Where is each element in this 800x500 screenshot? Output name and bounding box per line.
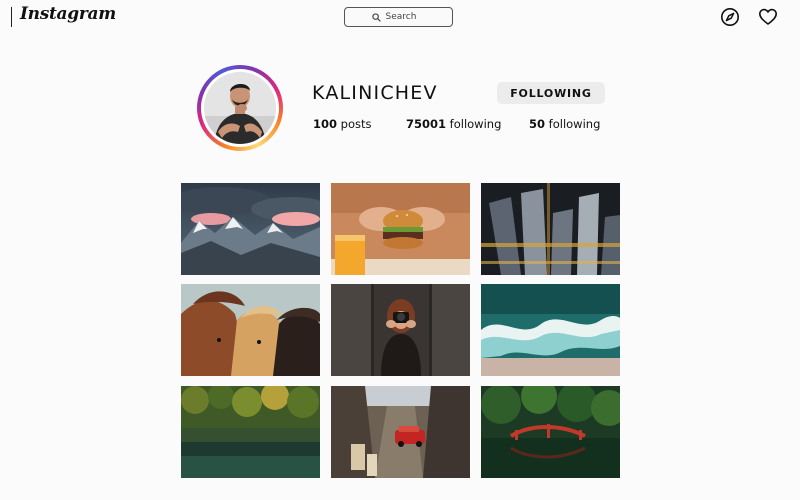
- posts-stat[interactable]: 100 posts: [313, 117, 372, 131]
- following-button[interactable]: FOLLOWING: [497, 82, 605, 104]
- post-thumbnail-mountains[interactable]: [181, 183, 320, 275]
- post-thumbnail-red-bridge[interactable]: [481, 386, 620, 478]
- instagram-logo[interactable]: Instagram: [20, 4, 116, 24]
- post-thumbnail-horses[interactable]: [181, 284, 320, 376]
- post-thumbnail-ocean[interactable]: [481, 284, 620, 376]
- post-thumbnail-forest-lake[interactable]: [181, 386, 320, 478]
- posts-grid: [181, 183, 621, 479]
- story-ring[interactable]: [197, 65, 283, 151]
- search-input[interactable]: [385, 12, 426, 22]
- following-stat[interactable]: 50 following: [529, 117, 600, 131]
- followers-stat[interactable]: 75001 following: [406, 117, 501, 131]
- posts-count: 100: [313, 117, 338, 131]
- post-thumbnail-camera-woman[interactable]: [331, 284, 470, 376]
- following-count: 50: [529, 117, 546, 131]
- post-thumbnail-burger[interactable]: [331, 183, 470, 275]
- following-label: following: [548, 117, 601, 131]
- post-thumbnail-skyscrapers[interactable]: [481, 183, 620, 275]
- heart-icon[interactable]: [758, 7, 778, 27]
- compass-icon[interactable]: [720, 7, 740, 27]
- brand-divider: [11, 7, 12, 27]
- post-thumbnail-city-street[interactable]: [331, 386, 470, 478]
- profile-username: KALINICHEV: [312, 82, 438, 104]
- top-bar: Instagram: [0, 0, 800, 36]
- profile-page: Instagram Search KALINICHEV FOLLOWING 10…: [0, 0, 800, 500]
- followers-label: following: [449, 117, 502, 131]
- followers-count: 75001: [406, 117, 447, 131]
- avatar: [204, 72, 276, 144]
- search-bar[interactable]: [344, 7, 453, 27]
- search-icon: [371, 12, 381, 22]
- posts-label: posts: [340, 117, 372, 131]
